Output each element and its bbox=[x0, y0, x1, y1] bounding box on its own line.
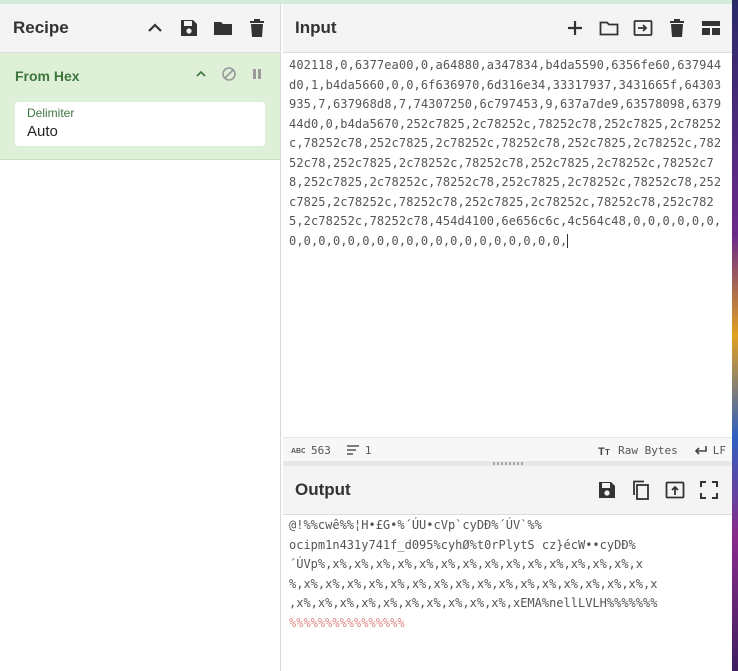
output-line: @!%%cwê%%¦H•£G•%´ÚU•cVp`cyDÐ%´ÚV`%% bbox=[289, 518, 542, 532]
output-header: Output bbox=[283, 466, 732, 515]
desktop-background-edge bbox=[732, 0, 738, 671]
operation-from-hex[interactable]: From Hex Delimiter Auto bbox=[0, 53, 280, 160]
delimiter-value[interactable]: Auto bbox=[27, 123, 58, 140]
chevron-up-icon bbox=[148, 23, 162, 32]
replace-input-icon bbox=[665, 481, 685, 499]
recipe-title: Recipe bbox=[13, 18, 69, 37]
svg-text:T: T bbox=[598, 446, 605, 456]
input-status-bar: ABC 563 1 TT Raw Bytes LF bbox=[283, 437, 732, 462]
delimiter-label: Delimiter bbox=[27, 106, 75, 120]
folder-icon bbox=[214, 22, 232, 35]
input-length: 563 bbox=[311, 443, 331, 457]
output-line: ´ÚVp%,x%,x%,x%,x%,x%,x%,x%,x%,x%,x%,x%,x… bbox=[289, 557, 644, 571]
io-column: Input 402118,0,6377ea00,0,a64880,a347834… bbox=[283, 4, 732, 671]
pause-icon[interactable] bbox=[248, 65, 266, 83]
input-title: Input bbox=[295, 18, 337, 37]
svg-text:ABC: ABC bbox=[291, 448, 305, 454]
output-panel: Output @!%%cwê%%¦H•£G•%´ÚU•cVp`cyDÐ%´ÚV`… bbox=[283, 466, 732, 671]
folder-icon bbox=[599, 21, 619, 36]
chevron-up-icon[interactable] bbox=[192, 65, 210, 83]
maximise-icon bbox=[700, 481, 718, 499]
copy-icon bbox=[633, 480, 649, 500]
output-line: %,x%,x%,x%,x%,x%,x%,x%,x%,x%,x%,x%,x%,x%… bbox=[289, 576, 658, 591]
length-indicator: ABC 563 bbox=[283, 444, 331, 457]
recipe-header: Recipe bbox=[0, 4, 280, 53]
output-line: %%%%%%%%%%%%%%%% bbox=[289, 615, 405, 630]
trash-icon bbox=[670, 19, 684, 37]
maximise-output-button[interactable] bbox=[692, 473, 726, 507]
save-icon bbox=[181, 20, 197, 36]
open-folder-button[interactable] bbox=[626, 11, 660, 45]
disable-icon[interactable] bbox=[220, 65, 238, 83]
delimiter-field[interactable]: Delimiter Auto bbox=[15, 102, 265, 146]
lines-icon bbox=[346, 445, 359, 455]
add-input-button[interactable] bbox=[558, 11, 592, 45]
clear-recipe-button[interactable] bbox=[240, 11, 274, 45]
save-icon bbox=[599, 482, 615, 498]
text-size-icon: TT bbox=[598, 446, 610, 456]
output-line: ,x%,x%,x%,x%,x%,x%,x%,x%,x%,x%,xEMA%nell… bbox=[289, 596, 658, 610]
save-output-button[interactable] bbox=[590, 473, 624, 507]
input-lines: 1 bbox=[364, 443, 372, 457]
copy-output-button[interactable] bbox=[624, 473, 658, 507]
text-caret bbox=[567, 234, 569, 248]
output-line: ocipm1n431y741f_d095%cyhØ%t0rPlytS cz}éc… bbox=[289, 537, 636, 552]
reset-layout-button[interactable] bbox=[694, 11, 728, 45]
return-icon bbox=[694, 446, 707, 455]
output-title: Output bbox=[295, 480, 351, 499]
layout-icon bbox=[702, 21, 720, 35]
encoding-label: Raw Bytes bbox=[618, 443, 678, 457]
chr-encoding-button[interactable]: TT Raw Bytes bbox=[590, 444, 678, 457]
abc-icon: ABC bbox=[291, 448, 305, 454]
replace-input-icon bbox=[633, 20, 653, 36]
eol-button[interactable]: LF bbox=[694, 444, 726, 457]
svg-text:T: T bbox=[605, 448, 610, 456]
eol-label: LF bbox=[712, 443, 726, 457]
operation-name: From Hex bbox=[15, 68, 80, 84]
replace-input-button[interactable] bbox=[658, 473, 692, 507]
input-header: Input bbox=[283, 4, 732, 53]
clear-input-button[interactable] bbox=[660, 11, 694, 45]
lines-indicator: 1 bbox=[331, 444, 372, 457]
input-panel: Input 402118,0,6377ea00,0,a64880,a347834… bbox=[283, 4, 732, 462]
output-text[interactable]: @!%%cwê%%¦H•£G•%´ÚU•cVp`cyDÐ%´ÚV`%% ocip… bbox=[289, 516, 729, 633]
save-recipe-button[interactable] bbox=[172, 11, 206, 45]
input-textarea[interactable]: 402118,0,6377ea00,0,a64880,a347834,b4da5… bbox=[289, 56, 726, 251]
collapse-recipe-button[interactable] bbox=[138, 11, 172, 45]
load-recipe-button[interactable] bbox=[206, 11, 240, 45]
open-file-button[interactable] bbox=[592, 11, 626, 45]
recipe-panel: Recipe From Hex Delimiter Auto bbox=[0, 4, 281, 671]
plus-icon bbox=[568, 21, 582, 35]
input-text: 402118,0,6377ea00,0,a64880,a347834,b4da5… bbox=[289, 58, 722, 248]
trash-icon bbox=[250, 19, 264, 37]
